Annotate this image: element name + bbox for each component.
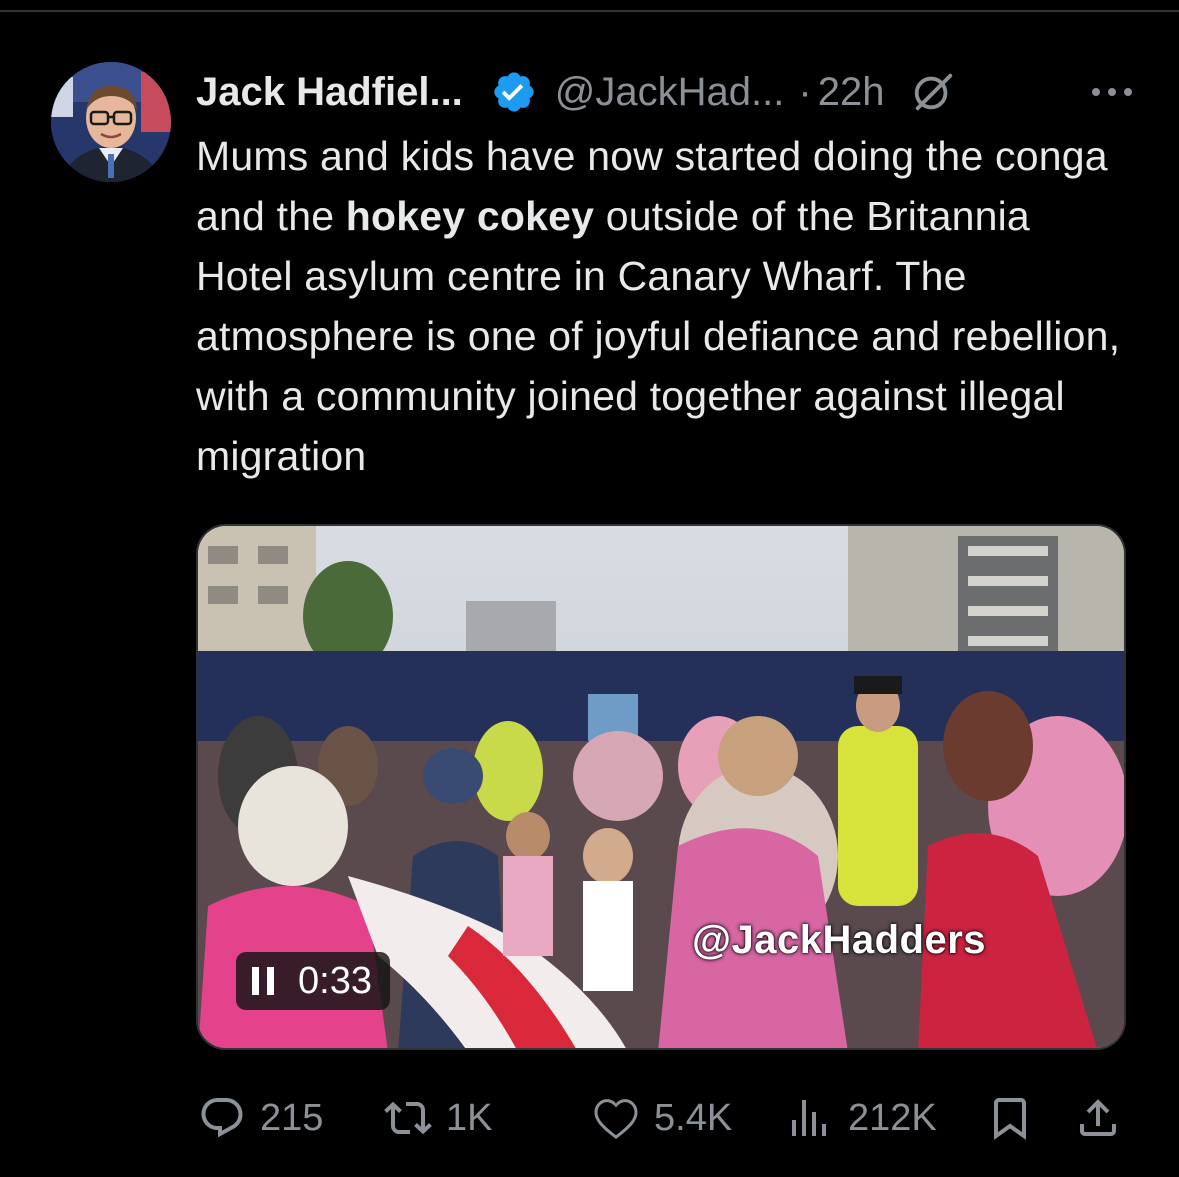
like-icon	[594, 1099, 638, 1139]
timestamp[interactable]: 22h	[818, 70, 885, 115]
tweet-text: Mums and kids have now started doing the…	[196, 126, 1136, 486]
author-handle[interactable]: @JackHad...	[555, 70, 785, 115]
separator-dot: ·	[798, 69, 812, 114]
verified-badge-icon	[494, 72, 534, 112]
repost-icon	[384, 1101, 432, 1135]
repost-button[interactable]: 1K	[384, 1088, 492, 1148]
tweet-header: Jack Hadfiel... @JackHad... · 22h	[196, 62, 1136, 122]
more-icon[interactable]	[1088, 78, 1136, 106]
share-icon	[1080, 1099, 1116, 1136]
pause-icon[interactable]	[250, 965, 276, 997]
reply-button[interactable]: 215	[198, 1088, 323, 1148]
reply-count: 215	[260, 1096, 324, 1139]
video-duration: 0:33	[298, 959, 372, 1002]
tweet[interactable]: Jack Hadfiel... @JackHad... · 22h Mums a…	[0, 0, 1179, 1177]
like-count: 5.4K	[654, 1096, 733, 1139]
views-button[interactable]: 212K	[786, 1088, 937, 1148]
reply-icon	[201, 1098, 243, 1138]
bookmark-icon	[994, 1098, 1026, 1140]
repost-count: 1K	[446, 1096, 493, 1139]
action-bar: 215 1K 5.4K 212K	[196, 1088, 1126, 1148]
tweet-text-bold: hokey cokey	[345, 193, 595, 239]
bookmark-button[interactable]	[986, 1088, 1034, 1148]
video-control[interactable]: 0:33	[236, 952, 390, 1010]
video-player[interactable]: @JackHadders 0:33	[196, 524, 1126, 1050]
views-count: 212K	[848, 1096, 937, 1139]
avatar[interactable]	[51, 62, 171, 182]
like-button[interactable]: 5.4K	[592, 1088, 732, 1148]
author-name[interactable]: Jack Hadfiel...	[196, 70, 463, 115]
views-icon	[792, 1100, 826, 1136]
video-watermark: @JackHadders	[692, 918, 987, 962]
grok-icon[interactable]	[910, 69, 956, 115]
share-button[interactable]	[1074, 1088, 1122, 1148]
